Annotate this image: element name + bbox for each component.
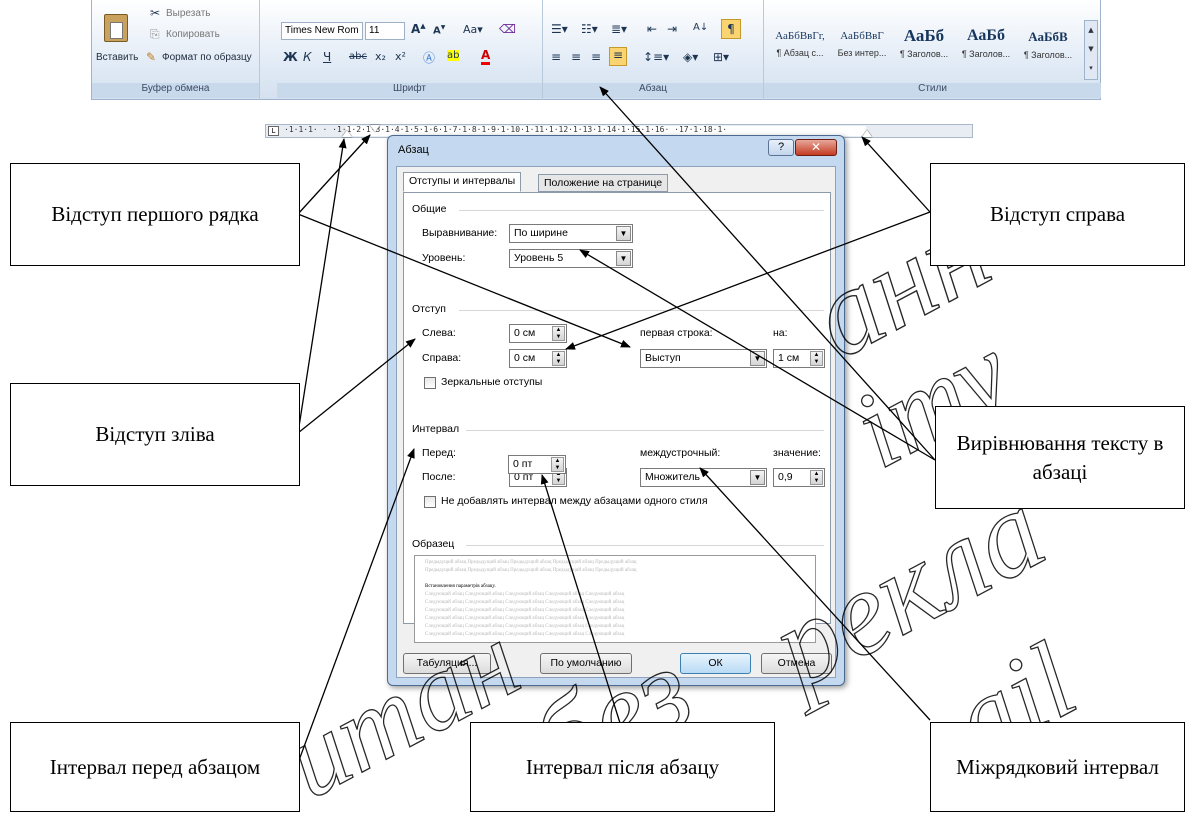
callout-left-indent: Відступ зліва: [10, 383, 300, 486]
callout-right-indent: Відступ справа: [930, 163, 1185, 266]
callout-alignment: Вирівнювання тексту в абзаці: [935, 406, 1185, 509]
callout-space-after: Інтервал після абзацу: [470, 722, 775, 812]
callout-line-spacing: Міжрядковий інтервал: [930, 722, 1185, 812]
callout-space-before: Інтервал перед абзацом: [10, 722, 300, 812]
callout-first-line-indent: Відступ першого рядка: [10, 163, 300, 266]
